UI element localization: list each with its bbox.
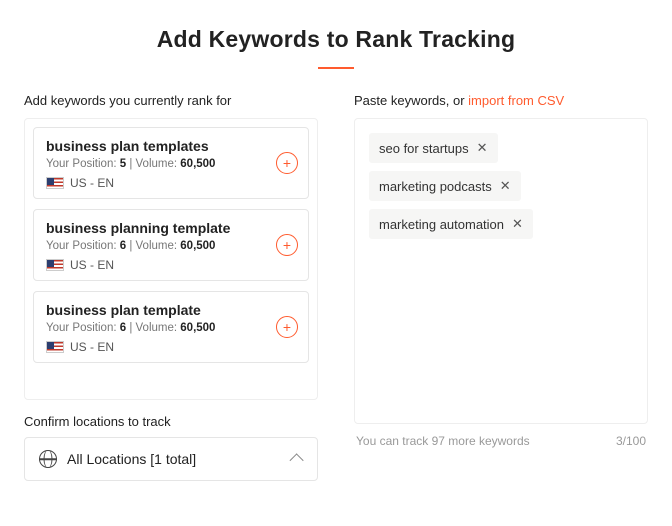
- keyword-count: 3/100: [616, 434, 646, 448]
- keyword-card: business plan template Your Position: 6 …: [33, 291, 309, 363]
- keyword-locale: US - EN: [46, 340, 296, 354]
- us-flag-icon: [46, 341, 64, 353]
- globe-icon: [39, 450, 57, 468]
- remaining-keywords-text: You can track 97 more keywords: [356, 434, 530, 448]
- import-csv-link[interactable]: import from CSV: [468, 93, 564, 108]
- tag-label: marketing automation: [379, 217, 504, 232]
- add-keyword-button[interactable]: +: [276, 316, 298, 338]
- add-keyword-button[interactable]: +: [276, 152, 298, 174]
- tag-label: marketing podcasts: [379, 179, 492, 194]
- remove-tag-icon[interactable]: ✕: [500, 178, 511, 194]
- keyword-tag: seo for startups ✕: [369, 133, 498, 163]
- keyword-meta: Your Position: 5 | Volume: 60,500: [46, 158, 296, 170]
- tag-label: seo for startups: [379, 141, 469, 156]
- title-underline: [318, 67, 354, 69]
- remove-tag-icon[interactable]: ✕: [512, 216, 523, 232]
- right-section-label: Paste keywords, or import from CSV: [354, 93, 648, 108]
- keyword-card: business planning template Your Position…: [33, 209, 309, 281]
- keyword-meta: Your Position: 6 | Volume: 60,500: [46, 240, 296, 252]
- keyword-locale: US - EN: [46, 176, 296, 190]
- keyword-locale: US - EN: [46, 258, 296, 272]
- locations-dropdown-text: All Locations [1 total]: [67, 451, 196, 467]
- keyword-count-footer: You can track 97 more keywords 3/100: [354, 434, 648, 448]
- keyword-meta: Your Position: 6 | Volume: 60,500: [46, 322, 296, 334]
- keyword-title: business plan templates: [46, 138, 296, 154]
- confirm-locations-label: Confirm locations to track: [24, 414, 318, 429]
- ranked-keyword-list: business plan templates Your Position: 5…: [24, 118, 318, 400]
- us-flag-icon: [46, 177, 64, 189]
- keyword-title: business planning template: [46, 220, 296, 236]
- locations-dropdown[interactable]: All Locations [1 total]: [24, 437, 318, 481]
- left-section-label: Add keywords you currently rank for: [24, 93, 318, 108]
- page-title: Add Keywords to Rank Tracking: [0, 26, 672, 53]
- keyword-tag: marketing podcasts ✕: [369, 171, 521, 201]
- pasted-keywords-area[interactable]: seo for startups ✕ marketing podcasts ✕ …: [354, 118, 648, 424]
- chevron-up-icon: [290, 453, 304, 467]
- add-keyword-button[interactable]: +: [276, 234, 298, 256]
- keyword-card: business plan templates Your Position: 5…: [33, 127, 309, 199]
- keyword-title: business plan template: [46, 302, 296, 318]
- keyword-tag: marketing automation ✕: [369, 209, 533, 239]
- remove-tag-icon[interactable]: ✕: [477, 140, 488, 156]
- us-flag-icon: [46, 259, 64, 271]
